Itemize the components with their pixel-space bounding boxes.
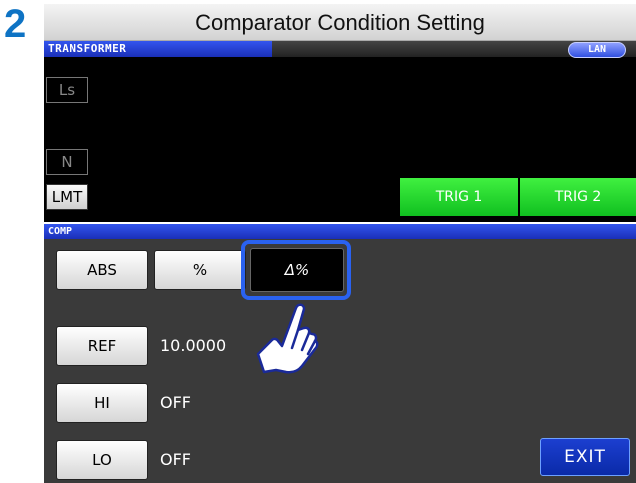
comp-label: COMP bbox=[48, 226, 73, 237]
percent-button[interactable]: % bbox=[154, 250, 246, 290]
lo-button[interactable]: LO bbox=[56, 440, 148, 480]
lan-label: LAN bbox=[587, 44, 607, 55]
hi-value: OFF bbox=[160, 393, 191, 412]
abs-button[interactable]: ABS bbox=[56, 250, 148, 290]
step-number: 2 bbox=[4, 2, 27, 46]
trig1-indicator: TRIG 1 bbox=[400, 178, 518, 216]
title-bar: Comparator Condition Setting bbox=[44, 4, 636, 41]
hi-button[interactable]: HI bbox=[56, 383, 148, 423]
exit-button[interactable]: EXIT bbox=[540, 438, 630, 476]
lo-value: OFF bbox=[160, 450, 191, 469]
mode-tab: TRANSFORMER bbox=[44, 41, 272, 57]
page-title: Comparator Condition Setting bbox=[195, 10, 485, 35]
ls-button[interactable]: Ls bbox=[46, 77, 88, 103]
ref-value: 10.0000 bbox=[160, 336, 227, 355]
pointing-hand-icon bbox=[252, 294, 320, 376]
n-button[interactable]: N bbox=[46, 149, 88, 175]
ref-button[interactable]: REF bbox=[56, 326, 148, 366]
lmt-button[interactable]: LMT bbox=[46, 184, 88, 210]
mode-label: TRANSFORMER bbox=[48, 42, 127, 55]
comp-section-tab: COMP bbox=[44, 224, 636, 239]
selection-highlight bbox=[241, 240, 351, 300]
trig2-indicator: TRIG 2 bbox=[520, 178, 636, 216]
lan-badge: LAN bbox=[568, 42, 626, 58]
